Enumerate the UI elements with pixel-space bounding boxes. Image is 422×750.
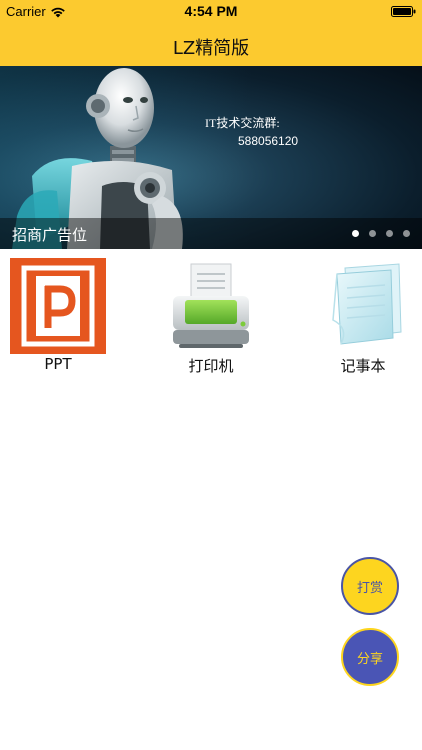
banner-group-number: 588056120 [238, 134, 299, 148]
banner-caption-bar: 招商广告位 [0, 218, 422, 249]
app-label-ppt: PPT [44, 355, 72, 373]
banner-carousel[interactable]: IT技术交流群: 588056120 招商广告位 [0, 66, 422, 249]
app-item-printer[interactable]: 打印机 [156, 258, 266, 378]
ppt-icon [10, 258, 106, 354]
banner-caption: 招商广告位 [12, 226, 88, 244]
app-item-notepad[interactable]: 记事本 [308, 258, 418, 378]
top-bar: Carrier 4:54 PM LZ精简版 [0, 0, 422, 66]
page-indicator[interactable] [352, 230, 410, 237]
battery-icon [391, 6, 416, 17]
app-grid: PPT 打印机 记事本 [0, 258, 422, 378]
page-title: LZ精简版 [172, 38, 250, 59]
reward-button[interactable]: 打赏 [341, 557, 399, 615]
printer-icon [173, 263, 249, 348]
page-dot-1[interactable] [352, 230, 359, 237]
app-item-ppt[interactable]: PPT [3, 258, 113, 378]
notepad-icon [332, 263, 402, 345]
page-dot-4[interactable] [403, 230, 410, 237]
share-button[interactable]: 分享 [341, 628, 399, 686]
app-label-notepad: 记事本 [340, 357, 386, 375]
status-bar: Carrier 4:54 PM [0, 0, 422, 22]
page-dot-3[interactable] [386, 230, 393, 237]
banner-promo-text: IT技术交流群: 588056120 [205, 114, 298, 150]
banner-title-line: IT技术交流群: [205, 116, 280, 130]
app-screen: Carrier 4:54 PM LZ精简版 IT技术交流群: 588056120… [0, 0, 422, 750]
app-label-printer: 打印机 [188, 357, 234, 375]
page-dot-2[interactable] [369, 230, 376, 237]
status-time: 4:54 PM [184, 3, 238, 19]
